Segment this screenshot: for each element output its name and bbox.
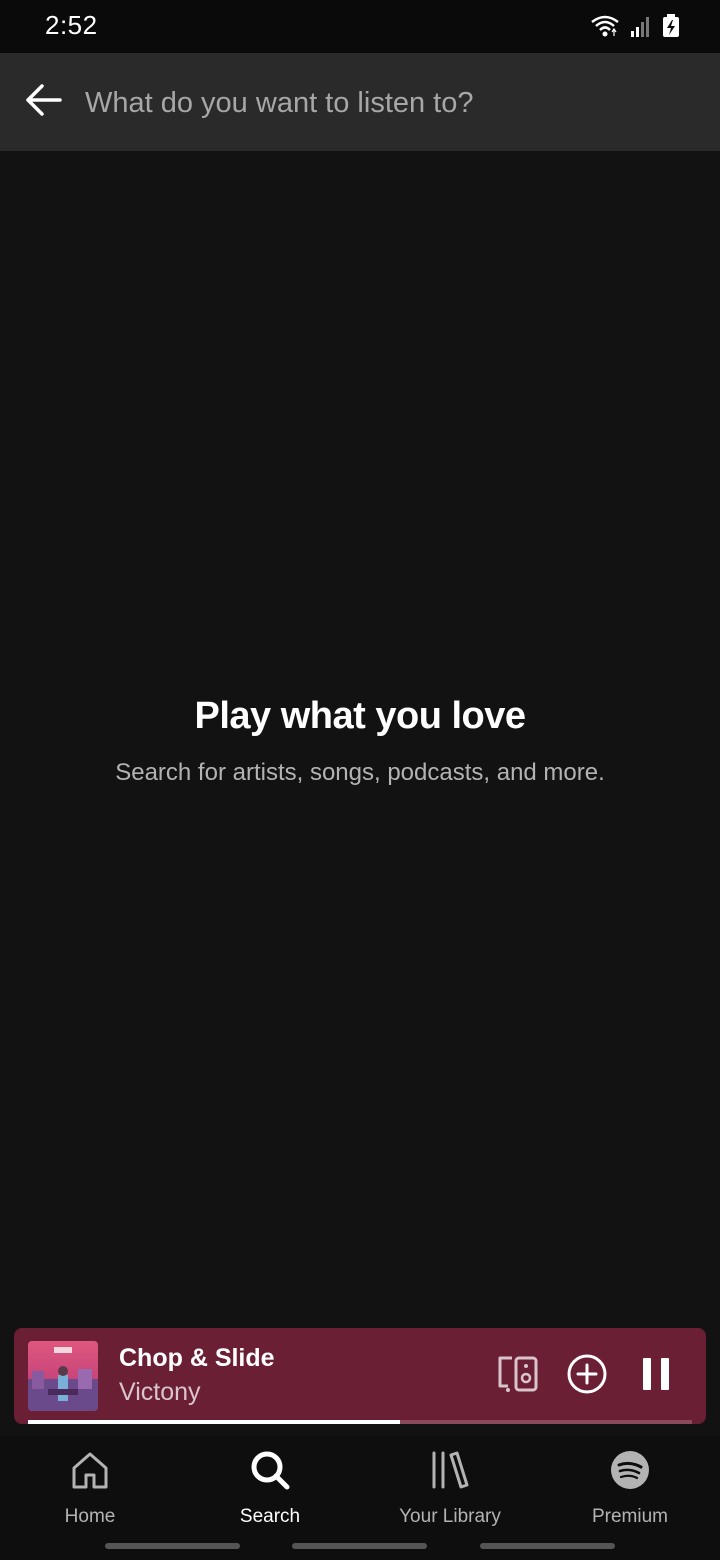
playback-progress-fill — [28, 1420, 400, 1424]
search-header — [0, 53, 720, 151]
add-to-library-button[interactable] — [563, 1352, 611, 1400]
nav-label-library: Your Library — [399, 1506, 501, 1527]
search-icon — [249, 1449, 291, 1496]
nav-label-home: Home — [64, 1506, 116, 1527]
empty-state-subtitle: Search for artists, songs, podcasts, and… — [115, 759, 605, 786]
nav-library[interactable]: Your Library — [360, 1450, 540, 1540]
search-screen: 2:52 What do you want to listen to? Play… — [0, 0, 720, 1560]
empty-state: Play what you love Search for artists, s… — [0, 690, 720, 788]
nav-label-premium: Premium — [591, 1506, 668, 1527]
mini-player[interactable]: Chop & Slide Victony — [14, 1328, 706, 1424]
home-icon — [70, 1450, 110, 1495]
status-bar: 2:52 — [0, 0, 720, 53]
nav-home[interactable]: Home — [0, 1450, 180, 1540]
nav-premium[interactable]: Premium — [540, 1450, 720, 1540]
devices-icon — [496, 1354, 540, 1399]
empty-state-title: Play what you love — [194, 695, 527, 737]
spotify-icon — [610, 1450, 650, 1495]
pause-icon — [639, 1356, 673, 1397]
search-input[interactable] — [85, 79, 685, 127]
track-artist: Victony — [119, 1378, 201, 1406]
gesture-bar-center — [292, 1543, 427, 1549]
playback-progress — [28, 1420, 692, 1424]
status-time: 2:52 — [45, 10, 98, 40]
album-art — [28, 1341, 98, 1411]
pause-button[interactable] — [632, 1352, 680, 1400]
nav-label-search: Search — [239, 1506, 301, 1527]
wifi-icon — [590, 14, 620, 43]
back-button[interactable] — [18, 77, 68, 127]
bottom-nav: Home Search Your Library Premium — [0, 1436, 720, 1560]
track-title: Chop & Slide — [119, 1344, 275, 1372]
arrow-left-icon — [24, 83, 62, 122]
gesture-bar-left — [105, 1543, 240, 1549]
status-icons — [590, 14, 680, 43]
library-icon — [430, 1450, 470, 1495]
gesture-bar-right — [480, 1543, 615, 1549]
battery-charging-icon — [662, 14, 680, 43]
nav-search[interactable]: Search — [180, 1450, 360, 1540]
devices-button[interactable] — [494, 1352, 542, 1400]
signal-icon — [630, 15, 652, 42]
add-icon — [566, 1353, 608, 1400]
